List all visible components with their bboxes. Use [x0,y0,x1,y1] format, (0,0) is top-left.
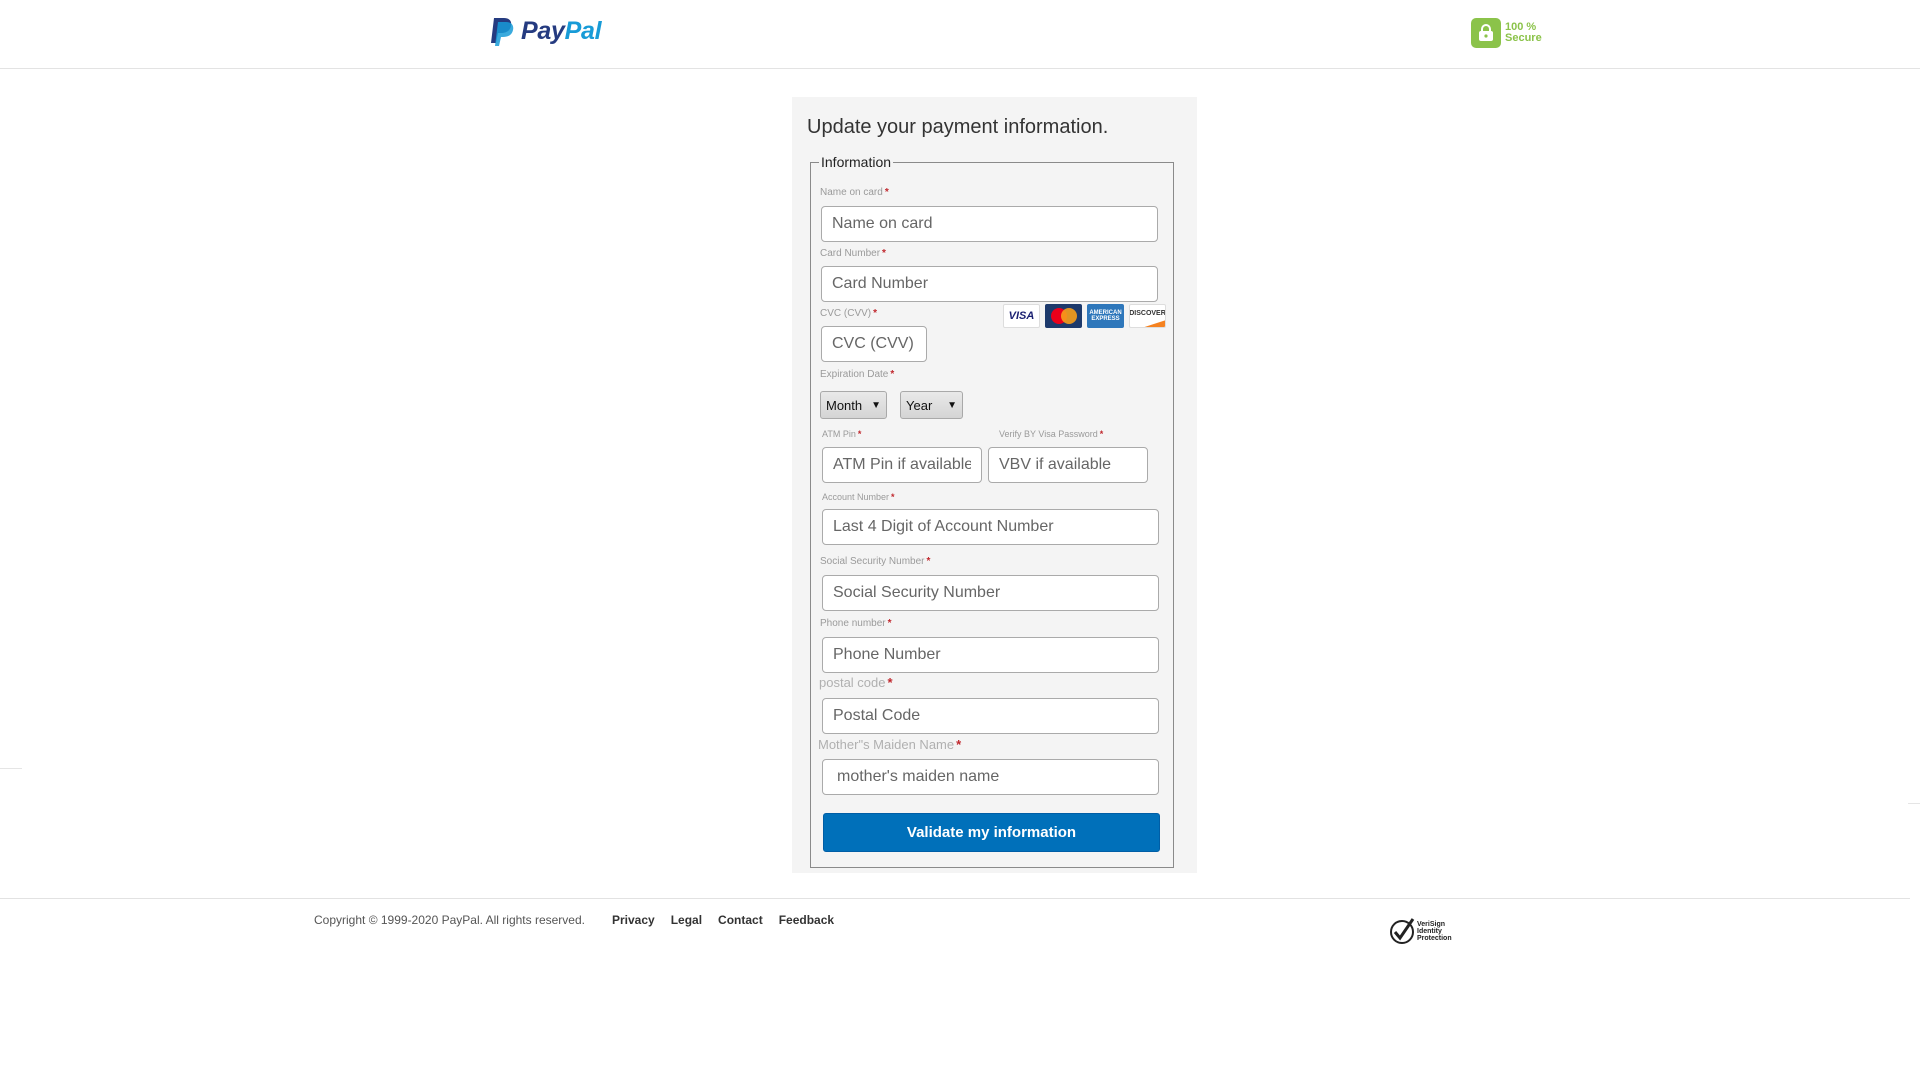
footer-links: Privacy Legal Contact Feedback [612,913,834,927]
paypal-logo[interactable]: PayPal [489,16,602,46]
postal-code-input[interactable] [822,698,1159,734]
dropdown-arrow-icon: ▼ [947,399,957,411]
month-select[interactable]: Month ▼ [820,391,887,419]
verisign-text: VeriSign Identity Protection [1417,920,1452,942]
footer-link-legal[interactable]: Legal [671,913,702,927]
edge-divider [0,768,22,769]
fieldset-legend: Information [821,154,892,170]
maiden-name-input[interactable] [822,759,1159,795]
edge-divider [1908,803,1920,804]
mastercard-icon [1045,304,1082,328]
ssn-input[interactable] [822,575,1159,611]
dropdown-arrow-icon: ▼ [871,399,881,411]
footer-link-contact[interactable]: Contact [718,913,763,927]
paypal-wordmark: PayPal [521,16,602,45]
footer-divider [0,898,1910,899]
phone-label: Phone number * [820,618,892,629]
lock-icon [1471,18,1501,48]
copyright-text: Copyright © 1999-2020 PayPal. All rights… [314,913,585,927]
visa-icon: VISA [1003,304,1040,328]
page-title: Update your payment information. [807,116,1109,138]
verisign-badge: VeriSign Identity Protection [1389,917,1452,945]
account-number-input[interactable] [822,509,1159,545]
site-header: PayPal 100 % Secure [0,0,1920,69]
ssn-label: Social Security Number * [820,556,931,567]
maiden-name-label: Mother"s Maiden Name * [818,737,962,752]
atm-pin-label: ATM Pin * [822,429,862,439]
name-on-card-input[interactable] [821,206,1158,242]
card-number-input[interactable] [821,266,1158,302]
cvc-label: CVC (CVV) * [820,308,878,319]
vbv-label: Verify BY Visa Password * [999,429,1104,439]
year-select[interactable]: Year ▼ [900,391,963,419]
atm-pin-input[interactable] [822,447,982,483]
postal-code-label: postal code * [819,675,893,690]
expiration-date-label: Expiration Date * [820,369,895,380]
account-number-label: Account Number * [822,492,895,502]
paypal-mark-icon [491,18,514,46]
accepted-cards: VISA AMERICAN EXPRESS DISCOVER [1003,304,1166,328]
vbv-input[interactable] [988,447,1148,483]
card-number-label: Card Number * [820,248,886,259]
name-on-card-label: Name on card * [820,187,889,198]
secure-badge: 100 % Secure [1471,18,1542,48]
secure-text: 100 % Secure [1505,21,1542,44]
amex-icon: AMERICAN EXPRESS [1087,304,1124,328]
verisign-check-icon [1390,918,1415,944]
phone-input[interactable] [822,637,1159,673]
footer-link-feedback[interactable]: Feedback [779,913,834,927]
validate-button[interactable]: Validate my information [823,813,1160,852]
footer-link-privacy[interactable]: Privacy [612,913,655,927]
discover-icon: DISCOVER [1129,304,1166,328]
cvc-input[interactable] [821,326,927,362]
